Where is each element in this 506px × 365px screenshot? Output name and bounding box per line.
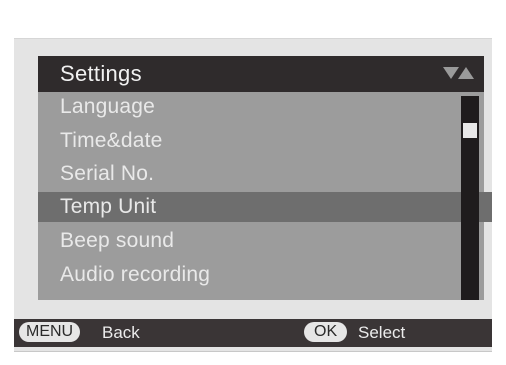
button-hint-bar: MENU Back OK Select — [14, 319, 492, 347]
menu-item-audio-recording[interactable]: Audio recording — [38, 260, 460, 291]
scrollbar-thumb[interactable] — [463, 123, 477, 138]
menu-item-serial-no[interactable]: Serial No. — [38, 159, 460, 190]
menu-item-label: Beep sound — [60, 229, 175, 252]
menu-item-temp-unit[interactable]: Temp Unit — [38, 192, 492, 222]
scroll-down-indicator-icon — [443, 67, 459, 79]
menu-item-label: Language — [60, 95, 156, 118]
menu-header: Settings — [38, 56, 484, 92]
menu-item-label: Time&date — [60, 129, 163, 152]
back-label: Back — [102, 323, 140, 342]
menu-item-label: Temp Unit — [60, 195, 157, 218]
select-label: Select — [358, 323, 406, 342]
menu-item-label: Audio recording — [60, 263, 211, 286]
menu-item-beep-sound[interactable]: Beep sound — [38, 226, 460, 257]
scrollbar[interactable] — [461, 96, 479, 300]
menu-item-label: Serial No. — [60, 162, 155, 185]
menu-key-badge[interactable]: MENU — [19, 322, 81, 342]
menu-item-time-date[interactable]: Time&date — [38, 126, 460, 157]
menu-title: Settings — [60, 61, 142, 86]
scroll-up-indicator-icon — [458, 67, 474, 79]
ok-key-badge[interactable]: OK — [304, 322, 348, 342]
menu-item-language[interactable]: Language — [38, 92, 460, 123]
settings-menu-panel: Settings Language Time&date Serial No. T… — [38, 56, 492, 300]
